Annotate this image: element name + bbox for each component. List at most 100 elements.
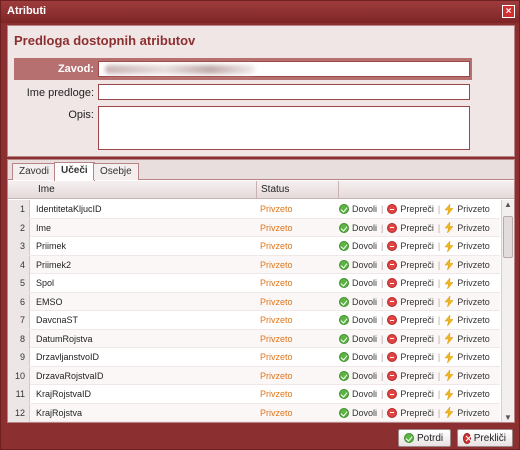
tab-zavodi[interactable]: Zavodi <box>12 163 57 180</box>
default-action[interactable]: Privzeto <box>444 239 490 252</box>
default-action[interactable]: Privzeto <box>444 295 490 308</box>
allow-action[interactable]: Dovoli <box>339 315 377 325</box>
table-row[interactable]: 9 DrzavljanstvoID Privzeto Dovoli | Prep… <box>8 348 500 367</box>
allow-action[interactable]: Dovoli <box>339 241 377 251</box>
deny-action[interactable]: Prepreči <box>387 241 434 251</box>
check-circle-icon <box>339 204 349 214</box>
allow-label: Dovoli <box>352 333 378 344</box>
attribute-name-cell: Priimek <box>36 241 67 251</box>
attribute-name-cell: IdentitetaKljucID <box>36 204 102 214</box>
deny-action[interactable]: Prepreči <box>387 333 434 344</box>
allow-action[interactable]: Dovoli <box>339 222 377 233</box>
lightning-icon <box>444 406 454 419</box>
zavod-row: Zavod: <box>14 58 472 80</box>
lightning-icon <box>444 221 454 234</box>
check-circle-icon <box>339 315 349 325</box>
table-row[interactable]: 11 KrajRojstvaID Privzeto Dovoli | Prepr… <box>8 385 500 404</box>
potrdi-button[interactable]: Potrdi <box>398 429 451 447</box>
deny-label: Prepreči <box>400 315 434 325</box>
deny-action[interactable]: Prepreči <box>387 296 434 307</box>
column-divider[interactable] <box>338 181 339 199</box>
row-actions: Dovoli | Prepreči | Privzeto <box>339 406 490 420</box>
deny-action[interactable]: Prepreči <box>387 204 434 214</box>
table-row[interactable]: 7 DavcnaST Privzeto Dovoli | Prepreči | … <box>8 311 500 330</box>
potrdi-label: Potrdi <box>417 432 444 444</box>
table-row[interactable]: 6 EMSO Privzeto Dovoli | Prepreči | Priv… <box>8 292 500 311</box>
deny-action[interactable]: Prepreči <box>387 407 434 418</box>
default-action[interactable]: Privzeto <box>444 332 490 345</box>
attribute-name-cell: EMSO <box>36 296 63 307</box>
table-row[interactable]: 2 Ime Privzeto Dovoli | Prepreči | Privz… <box>8 218 500 237</box>
row-actions: Dovoli | Prepreči | Privzeto <box>339 239 490 253</box>
deny-action[interactable]: Prepreči <box>387 278 434 288</box>
default-action[interactable]: Privzeto <box>444 202 490 215</box>
scroll-up-icon[interactable]: ▲ <box>504 200 512 209</box>
row-number: 7 <box>8 311 30 329</box>
default-action[interactable]: Privzeto <box>444 276 490 289</box>
grid-scrollbar[interactable]: ▲ ▼ <box>501 200 514 422</box>
deny-action[interactable]: Prepreči <box>387 222 434 233</box>
attribute-name-cell: Priimek2 <box>36 259 72 270</box>
default-action[interactable]: Privzeto <box>444 258 490 271</box>
allow-label: Dovoli <box>352 315 378 325</box>
allow-action[interactable]: Dovoli <box>339 352 377 362</box>
action-separator: | <box>437 204 441 214</box>
row-number: 1 <box>8 200 30 218</box>
tab-osebje[interactable]: Osebje <box>93 163 139 180</box>
table-row[interactable]: 12 KrajRojstva Privzeto Dovoli | Prepreč… <box>8 403 500 422</box>
column-header-status[interactable]: Status <box>261 184 289 195</box>
action-separator: | <box>437 407 441 418</box>
attribute-name-cell: DrzavaRojstvaID <box>36 370 104 381</box>
scroll-thumb[interactable] <box>503 216 513 258</box>
allow-action[interactable]: Dovoli <box>339 407 377 418</box>
default-action[interactable]: Privzeto <box>444 369 490 382</box>
table-row[interactable]: 10 DrzavaRojstvaID Privzeto Dovoli | Pre… <box>8 366 500 385</box>
allow-action[interactable]: Dovoli <box>339 278 377 288</box>
table-row[interactable]: 1 IdentitetaKljucID Privzeto Dovoli | Pr… <box>8 200 500 219</box>
row-actions: Dovoli | Prepreči | Privzeto <box>339 332 490 346</box>
deny-action[interactable]: Prepreči <box>387 389 434 399</box>
table-row[interactable]: 3 Priimek Privzeto Dovoli | Prepreči | P… <box>8 237 500 256</box>
default-action[interactable]: Privzeto <box>444 350 490 363</box>
attribute-name-cell: Ime <box>36 222 52 233</box>
row-actions: Dovoli | Prepreči | Privzeto <box>339 258 490 272</box>
attribute-name-cell: KrajRojstvaID <box>36 389 92 399</box>
default-label: Privzeto <box>457 352 490 362</box>
opis-textarea[interactable] <box>98 106 470 150</box>
table-row[interactable]: 8 DatumRojstva Privzeto Dovoli | Prepreč… <box>8 329 500 348</box>
allow-action[interactable]: Dovoli <box>339 204 377 214</box>
default-action[interactable]: Privzeto <box>444 313 490 326</box>
allow-action[interactable]: Dovoli <box>339 259 377 270</box>
row-actions: Dovoli | Prepreči | Privzeto <box>339 221 490 235</box>
deny-label: Prepreči <box>400 222 434 233</box>
zavod-field[interactable] <box>98 61 470 77</box>
allow-action[interactable]: Dovoli <box>339 296 377 307</box>
minus-circle-icon <box>387 204 398 214</box>
deny-action[interactable]: Prepreči <box>387 352 434 362</box>
column-divider[interactable] <box>256 181 257 199</box>
redacted-value <box>105 65 255 74</box>
allow-action[interactable]: Dovoli <box>339 389 377 399</box>
lightning-icon <box>444 387 454 400</box>
table-row[interactable]: 4 Priimek2 Privzeto Dovoli | Prepreči | … <box>8 255 500 274</box>
default-label: Privzeto <box>457 204 490 214</box>
title-bar[interactable]: Atributi × <box>1 1 519 23</box>
default-action[interactable]: Privzeto <box>444 221 490 234</box>
deny-action[interactable]: Prepreči <box>387 315 434 325</box>
default-label: Privzeto <box>457 370 490 381</box>
allow-action[interactable]: Dovoli <box>339 370 377 381</box>
deny-action[interactable]: Prepreči <box>387 259 434 270</box>
preklici-button[interactable]: Prekliči <box>457 429 513 447</box>
close-button[interactable]: × <box>502 5 515 18</box>
allow-action[interactable]: Dovoli <box>339 333 378 344</box>
default-action[interactable]: Privzeto <box>444 406 490 419</box>
tab-uceci[interactable]: Učeči <box>54 162 95 181</box>
default-action[interactable]: Privzeto <box>444 387 490 400</box>
default-label: Privzeto <box>457 241 490 251</box>
scroll-down-icon[interactable]: ▼ <box>504 413 512 422</box>
column-header-ime[interactable]: Ime <box>38 184 55 195</box>
ime-field[interactable] <box>98 84 470 100</box>
table-row[interactable]: 5 Spol Privzeto Dovoli | Prepreči | Priv… <box>8 274 500 293</box>
deny-action[interactable]: Prepreči <box>387 370 434 381</box>
action-separator: | <box>381 204 384 214</box>
